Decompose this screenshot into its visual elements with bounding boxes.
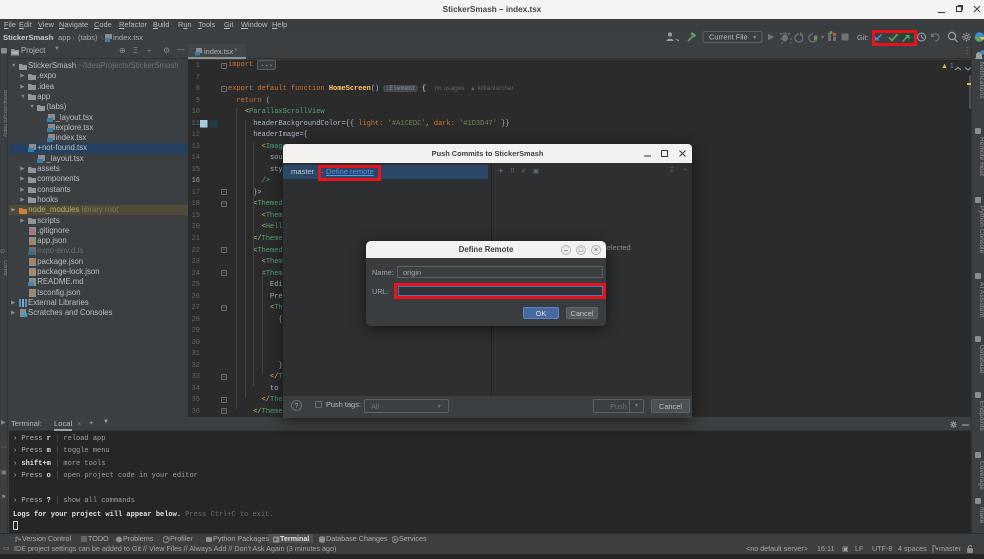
svg-text:Current File: Current File [709, 33, 748, 42]
svg-text:▼: ▼ [820, 35, 825, 41]
svg-text:Git:: Git: [857, 33, 869, 42]
svg-text:▼: ▼ [752, 35, 757, 41]
